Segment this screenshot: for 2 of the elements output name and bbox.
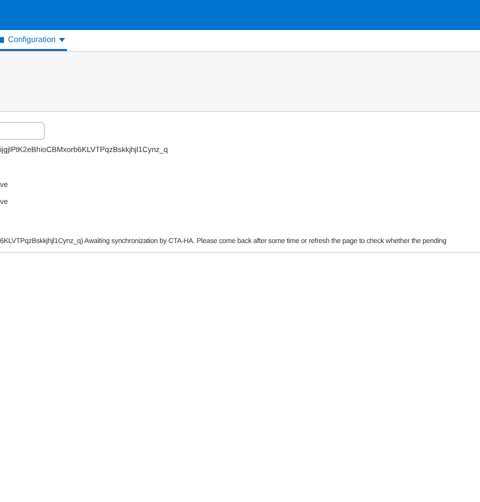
caret-icon (58, 38, 65, 42)
input-field[interactable] (0, 122, 45, 140)
